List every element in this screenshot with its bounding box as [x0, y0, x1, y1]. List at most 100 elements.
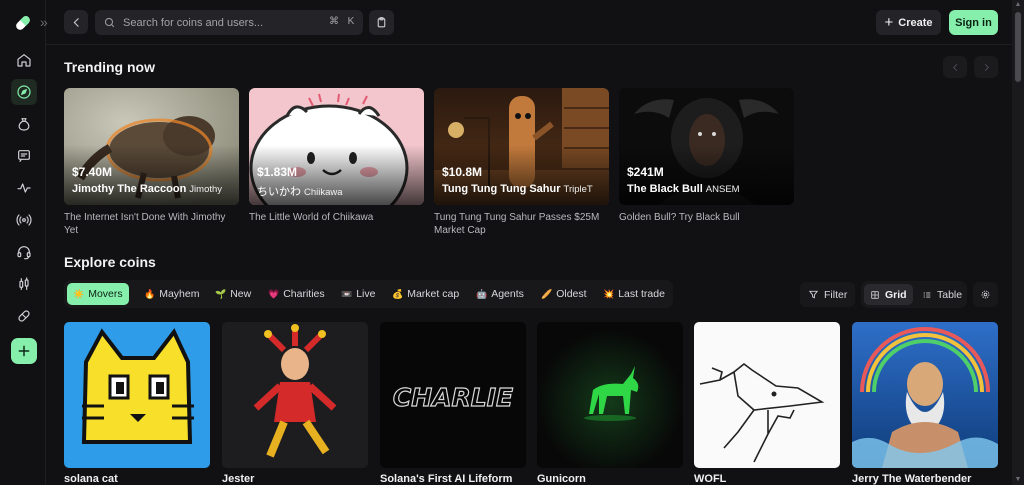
coin-card[interactable]: Gunicorn — [537, 322, 683, 485]
sidebar-item-live[interactable] — [11, 207, 37, 233]
collision-icon: 💥 — [603, 288, 615, 299]
filter-tab-new[interactable]: 🌱 New — [209, 283, 257, 305]
coin-card[interactable]: Jerry The Waterbender — [852, 322, 998, 485]
trending-card-image[interactable]: $1.83M ちいかわ Chiikawa — [249, 88, 424, 205]
sign-in-button[interactable]: Sign in — [949, 10, 998, 35]
coin-name[interactable]: Jerry The Waterbender — [852, 473, 998, 485]
grid-icon — [871, 290, 879, 299]
filter-tab-mayhem[interactable]: 🔥 Mayhem — [138, 283, 205, 305]
coin-name[interactable]: Gunicorn — [537, 473, 683, 485]
settings-button[interactable] — [973, 282, 998, 307]
search-input[interactable] — [123, 16, 313, 29]
back-button[interactable] — [64, 10, 88, 34]
filter-tab-movers[interactable]: ☀️ Movers — [67, 283, 129, 305]
sidebar: » — [0, 0, 48, 485]
sidebar-item-chat[interactable] — [11, 143, 37, 169]
list-icon — [923, 292, 931, 297]
sidebar-create-button[interactable] — [11, 338, 37, 364]
charlie-logo-image: CHARLIE — [380, 322, 526, 468]
coin-card[interactable]: solana cat — [64, 322, 210, 485]
coin-name[interactable]: Jester — [222, 473, 368, 485]
filter-tab-oldest[interactable]: 🥖 Oldest — [535, 283, 593, 305]
sidebar-item-activity[interactable] — [11, 175, 37, 201]
plus-icon: + — [884, 14, 894, 31]
coin-card-image[interactable] — [222, 322, 368, 468]
fire-icon: 🔥 — [144, 288, 156, 299]
clipboard-button[interactable] — [369, 10, 394, 35]
scroll-up-icon[interactable]: ▲ — [1014, 1, 1022, 9]
trending-coin-ticker: Jimothy — [189, 184, 223, 195]
chevron-left-icon — [952, 63, 957, 71]
filter-tab-market-cap[interactable]: 💰 Market cap — [386, 283, 465, 305]
create-button[interactable]: + Create — [876, 10, 941, 35]
trending-card-image[interactable]: $7.40M Jimothy The Raccoon Jimothy — [64, 88, 239, 205]
coin-card-image[interactable] — [537, 322, 683, 468]
coin-name[interactable]: solana cat — [64, 473, 210, 485]
scroll-thumb[interactable] — [1015, 12, 1021, 82]
trending-description[interactable]: Golden Bull? Try Black Bull — [619, 211, 794, 224]
trending-card[interactable]: $7.40M Jimothy The Raccoon Jimothy The In… — [64, 88, 239, 237]
coin-card-image[interactable] — [64, 322, 210, 468]
table-view-button[interactable]: Table — [916, 284, 968, 305]
trending-prev-button[interactable] — [943, 56, 967, 78]
sidebar-item-trade[interactable] — [11, 271, 37, 297]
scroll-down-icon[interactable]: ▼ — [1014, 476, 1022, 484]
baguette-icon: 🥖 — [541, 288, 553, 299]
trending-coin-name: Jimothy The Raccoon Jimothy — [72, 183, 223, 195]
pill-logo-icon[interactable] — [12, 12, 34, 34]
trending-card-image[interactable]: $10.8M Tung Tung Tung Sahur TripleT — [434, 88, 609, 205]
sidebar-item-explore[interactable] — [11, 79, 37, 105]
filter-tab-charities[interactable]: 💗 Charities — [262, 283, 331, 305]
page-scrollbar[interactable]: ▲ ▼ — [1012, 0, 1024, 485]
activity-icon — [17, 183, 31, 193]
trending-card[interactable]: $10.8M Tung Tung Tung Sahur TripleT Tung … — [434, 88, 609, 237]
coin-card[interactable]: CHARLIE Solana's First AI Lifeform — [380, 322, 526, 485]
coin-name[interactable]: Solana's First AI Lifeform — [380, 473, 526, 485]
coin-card[interactable]: Jester — [222, 322, 368, 485]
trending-coin-ticker: TripleT — [563, 184, 593, 195]
sidebar-item-home[interactable] — [11, 47, 37, 73]
gunicorn-image — [537, 322, 683, 468]
trending-description[interactable]: The Internet Isn't Done With Jimothy Yet — [64, 211, 239, 237]
sidebar-item-pill[interactable] — [11, 303, 37, 329]
chat-icon — [18, 150, 30, 162]
wofl-sketch-image — [694, 322, 840, 468]
sidebar-item-support[interactable] — [11, 239, 37, 265]
search-icon — [104, 17, 115, 28]
clipboard-icon — [377, 17, 386, 28]
filter-tab-agents[interactable]: 🤖 Agents — [470, 283, 530, 305]
trending-market-cap: $7.40M — [72, 165, 113, 179]
money-bag-icon: 💰 — [392, 288, 404, 299]
filter-button[interactable]: Filter — [800, 282, 856, 307]
broadcast-icon — [16, 214, 32, 226]
trending-description[interactable]: The Little World of Chiikawa — [249, 211, 424, 224]
grid-view-button[interactable]: Grid — [864, 284, 913, 305]
compass-icon — [17, 85, 31, 99]
filter-tab-live[interactable]: 📼 Live — [335, 283, 381, 305]
sun-icon: ☀️ — [73, 288, 85, 299]
filter-tab-last-trade[interactable]: 💥 Last trade — [597, 283, 671, 305]
explore-title: Explore coins — [64, 254, 156, 270]
gear-icon — [981, 290, 990, 299]
trending-card-image[interactable]: $241M The Black Bull ANSEM — [619, 88, 794, 205]
home-icon — [17, 54, 31, 67]
trending-card[interactable]: $1.83M ちいかわ Chiikawa The Little World of … — [249, 88, 424, 224]
trending-card[interactable]: $241M The Black Bull ANSEM Golden Bull? T… — [619, 88, 794, 224]
coin-card-image[interactable] — [852, 322, 998, 468]
trending-description[interactable]: Tung Tung Tung Sahur Passes $25M Market … — [434, 211, 609, 237]
search-bar[interactable]: ⌘ K — [95, 10, 363, 35]
charlie-logo-text: CHARLIE — [393, 383, 513, 412]
headset-icon — [17, 246, 31, 260]
sidebar-item-profile[interactable] — [11, 111, 37, 137]
pouch-icon — [18, 118, 30, 131]
trending-market-cap: $241M — [627, 165, 664, 179]
heart-icon: 💗 — [268, 288, 280, 299]
trending-coin-name: Tung Tung Tung Sahur TripleT — [442, 183, 593, 195]
shortcut-k-key: K — [347, 16, 355, 27]
trending-coin-ticker: ANSEM — [705, 184, 740, 195]
trending-next-button[interactable] — [974, 56, 998, 78]
coin-card[interactable]: WOFL — [694, 322, 840, 485]
coin-card-image[interactable]: CHARLIE — [380, 322, 526, 468]
coin-name[interactable]: WOFL — [694, 473, 840, 485]
coin-card-image[interactable] — [694, 322, 840, 468]
